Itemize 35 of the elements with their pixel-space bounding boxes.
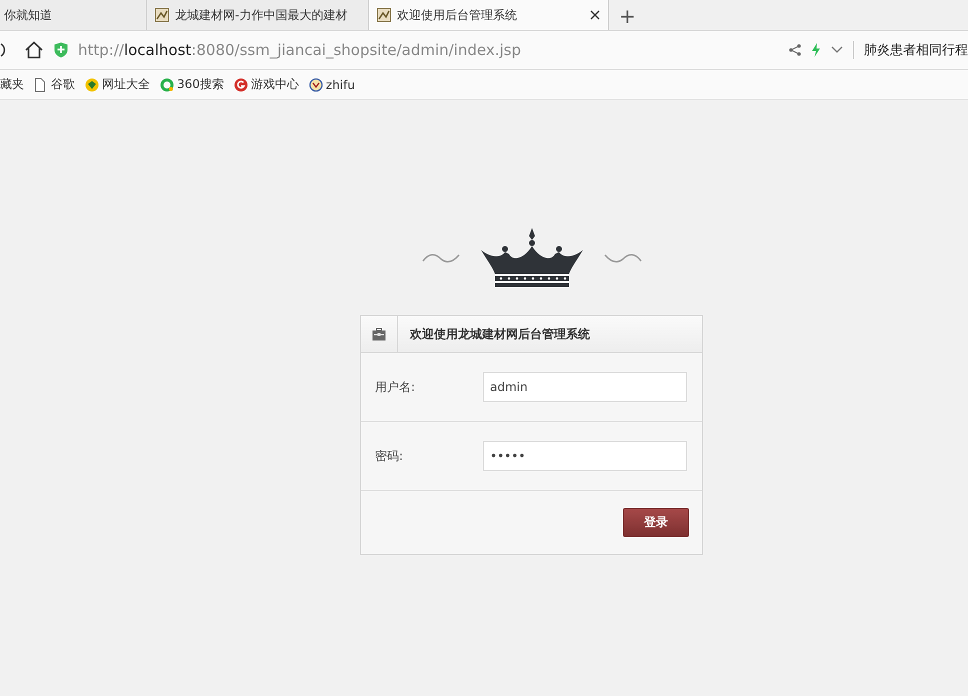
globe-icon [85, 78, 99, 92]
input-field[interactable]: admin [483, 372, 687, 402]
login-button[interactable]: 登录 [623, 508, 689, 537]
picture-icon [155, 8, 169, 22]
share-icon [789, 44, 801, 56]
bookmark-item[interactable]: 藏夹 [0, 76, 24, 93]
bookmark-item[interactable]: 游戏中心 [234, 76, 299, 93]
close-icon [590, 10, 600, 20]
input-field[interactable]: ••••• [483, 441, 687, 471]
home-icon [24, 41, 44, 59]
bookmark-item[interactable]: 网址大全 [85, 76, 150, 93]
shield-icon [54, 42, 68, 58]
browser-tab[interactable]: 你就知道 [0, 0, 147, 30]
coin-icon [308, 78, 323, 92]
new-tab-button[interactable]: + [609, 2, 646, 30]
field-label: 用户名: [374, 378, 416, 396]
page-icon [34, 78, 48, 92]
url-text[interactable]: http://localhost:8080/ssm_jiancai_shopsite/admin/index.jsp [78, 41, 779, 59]
news-ticker-link[interactable]: 肺炎患者相同行程 [853, 41, 968, 59]
lightning-icon [811, 43, 821, 57]
browser-tab[interactable]: 欢迎使用后台管理系统 [369, 0, 609, 30]
game-icon [234, 78, 248, 92]
browser-tab[interactable]: 龙城建材网-力作中国最大的建材 [147, 0, 369, 30]
flourish-icon [602, 251, 642, 265]
search-icon [160, 78, 174, 92]
crown-icon [478, 228, 584, 288]
bookmark-item[interactable]: 谷歌 [34, 76, 75, 93]
briefcase-icon [372, 328, 386, 340]
flourish-icon [420, 251, 460, 265]
bookmark-item[interactable]: 360搜索 [160, 76, 224, 93]
bookmark-item[interactable]: zhifu [308, 78, 355, 92]
panel-title: 欢迎使用龙城建材网后台管理系统 [408, 326, 590, 342]
field-label: 密码: [374, 448, 404, 464]
picture-icon [377, 8, 391, 22]
chevron-down-icon [831, 46, 843, 54]
